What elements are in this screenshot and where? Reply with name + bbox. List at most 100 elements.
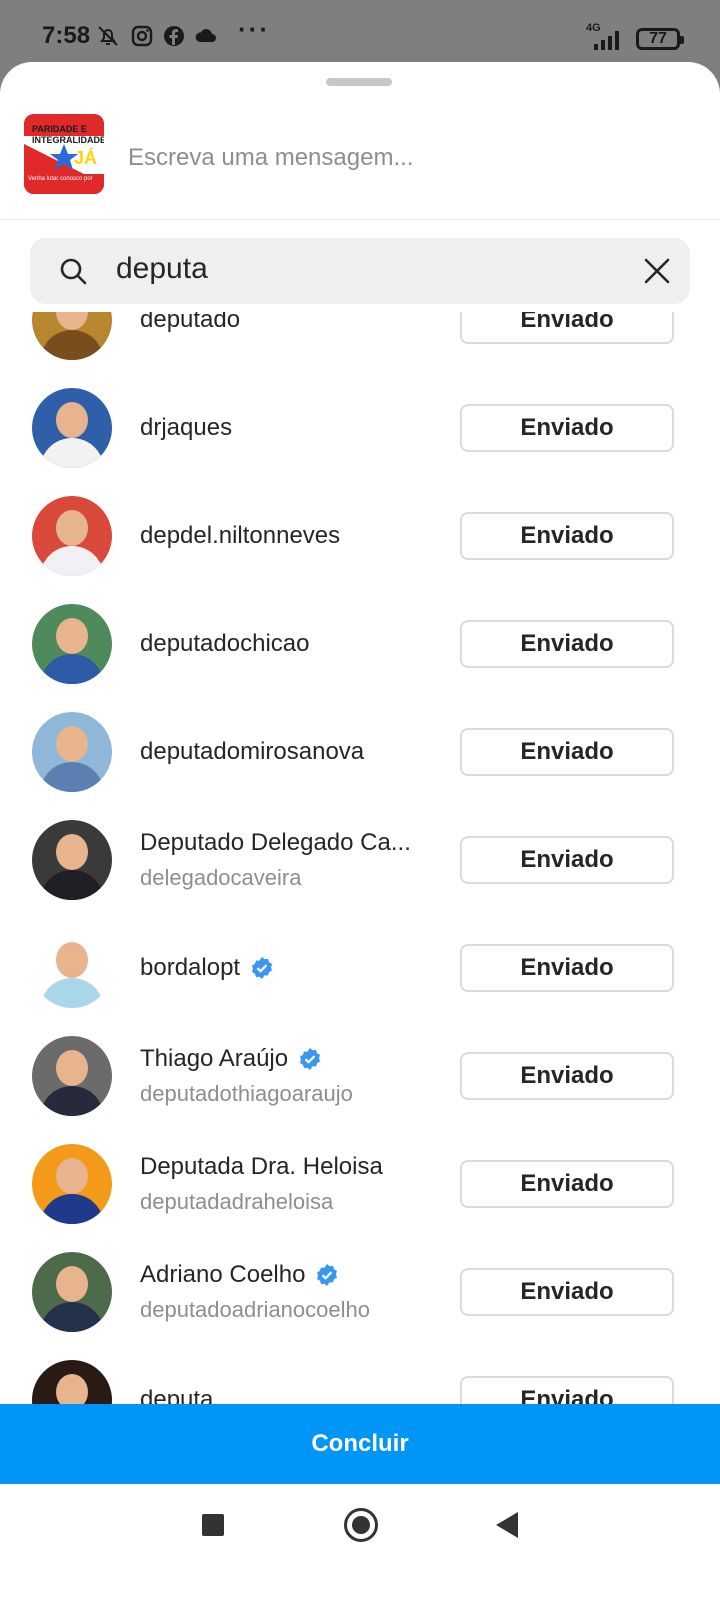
result-name-text: deputadomirosanova: [140, 738, 365, 765]
result-names: deputadochicao: [140, 590, 440, 698]
muted-bell-icon: [98, 26, 118, 46]
share-sheet: PARIDADE E INTEGRALIDADE JÁ Venha lutar …: [0, 62, 720, 1600]
result-row[interactable]: deputado Enviado: [0, 312, 720, 374]
verified-badge-icon: [317, 1264, 338, 1286]
system-nav-bar: [0, 1484, 720, 1600]
result-name-text: Deputado Delegado Ca...: [140, 829, 411, 856]
result-names: depdel.niltonneves: [140, 482, 440, 590]
avatar[interactable]: [32, 312, 112, 360]
avatar[interactable]: [32, 496, 112, 576]
result-name: drjaques: [140, 414, 440, 442]
result-name: deputado: [140, 312, 440, 334]
signal-icon: 4G: [586, 22, 628, 50]
result-names: drjaques: [140, 374, 440, 482]
avatar[interactable]: [32, 388, 112, 468]
done-button[interactable]: Concluir: [0, 1404, 720, 1484]
sheet-grabber[interactable]: [326, 78, 392, 86]
result-names: Deputada Dra. Heloisa deputadadraheloisa: [140, 1130, 440, 1238]
thumbnail-text-big: JÁ: [74, 148, 98, 168]
avatar[interactable]: [32, 604, 112, 684]
result-username: deputadoadrianocoelho: [140, 1297, 370, 1322]
result-username: delegadocaveira: [140, 865, 302, 890]
result-name-text: depdel.niltonneves: [140, 522, 341, 549]
result-names: deputadomirosanova: [140, 698, 440, 806]
result-name-text: Adriano Coelho: [140, 1261, 306, 1288]
result-name: Thiago Araújo: [140, 1045, 440, 1073]
back-icon[interactable]: [496, 1512, 518, 1538]
sent-button[interactable]: Enviado: [460, 1052, 674, 1100]
result-row[interactable]: Deputada Dra. Heloisa deputadadraheloisa E…: [0, 1130, 720, 1238]
result-names: Thiago Araújo deputadothiagoaraujo: [140, 1022, 440, 1130]
verified-badge-icon: [300, 1048, 321, 1070]
result-row[interactable]: Adriano Coelho deputadoadrianocoelho Envia…: [0, 1238, 720, 1346]
instagram-icon: [131, 25, 153, 47]
results-list: deputado Enviado drjaques Enviado depdel.nil…: [0, 312, 720, 1404]
result-row[interactable]: deputadomirosanova Enviado: [0, 698, 720, 806]
sent-button[interactable]: Enviado: [460, 1160, 674, 1208]
result-name: Deputada Dra. Heloisa: [140, 1153, 440, 1181]
battery-icon: 77: [636, 28, 684, 50]
sent-button[interactable]: Enviado: [460, 512, 674, 560]
search-bar[interactable]: deputa: [30, 238, 690, 304]
sent-button[interactable]: Enviado: [460, 944, 674, 992]
result-name-text: deputadochicao: [140, 630, 310, 657]
result-row[interactable]: Thiago Araújo deputadothiagoaraujo Enviado: [0, 1022, 720, 1130]
result-name-text: Deputada Dra. Heloisa: [140, 1153, 383, 1180]
result-username: deputadadraheloisa: [140, 1189, 334, 1214]
result-name: Deputado Delegado Ca...: [140, 829, 440, 857]
sent-button[interactable]: Enviado: [460, 620, 674, 668]
result-name-text: deputado: [140, 312, 241, 333]
verified-badge-icon: [252, 957, 273, 979]
sent-button[interactable]: Enviado: [460, 404, 674, 452]
result-name: deputadochicao: [140, 630, 440, 658]
sent-button[interactable]: Enviado: [460, 728, 674, 776]
result-username: deputadothiagoaraujo: [140, 1081, 353, 1106]
thumbnail-text-top: PARIDADE E INTEGRALIDADE: [32, 124, 104, 145]
cloud-icon: [195, 29, 216, 42]
more-notifications-icon: ···: [238, 14, 270, 44]
home-icon[interactable]: [344, 1508, 378, 1542]
result-name-text: Thiago Araújo: [140, 1045, 289, 1072]
avatar[interactable]: [32, 1144, 112, 1224]
facebook-icon: [164, 26, 184, 46]
result-name-text: bordalopt: [140, 954, 241, 981]
result-row[interactable]: depdel.niltonneves Enviado: [0, 482, 720, 590]
message-input[interactable]: [128, 140, 688, 176]
result-names: deputa: [140, 1346, 440, 1404]
shared-post-thumbnail: PARIDADE E INTEGRALIDADE JÁ Venha lutar …: [24, 114, 104, 194]
avatar[interactable]: [32, 712, 112, 792]
thumbnail-text-small: Venha lutar conosco por: [28, 176, 93, 182]
recents-icon[interactable]: [202, 1514, 224, 1536]
sent-button[interactable]: Enviado: [460, 312, 674, 344]
result-names: Adriano Coelho deputadoadrianocoelho: [140, 1238, 440, 1346]
result-row[interactable]: Deputado Delegado Ca... delegadocaveira En…: [0, 806, 720, 914]
result-names: bordalopt: [140, 914, 440, 1022]
search-input[interactable]: deputa: [116, 252, 208, 286]
result-row[interactable]: bordalopt Enviado: [0, 914, 720, 1022]
result-name-text: drjaques: [140, 414, 233, 441]
clear-search-icon[interactable]: [642, 256, 672, 286]
avatar[interactable]: [32, 928, 112, 1008]
avatar[interactable]: [32, 820, 112, 900]
result-row[interactable]: drjaques Enviado: [0, 374, 720, 482]
status-bar: 7:58 ··· 4G 77: [0, 0, 720, 62]
status-time: 7:58: [42, 22, 91, 49]
sent-button[interactable]: Enviado: [460, 836, 674, 884]
search-icon: [60, 258, 87, 285]
result-name: deputadomirosanova: [140, 738, 440, 766]
result-names: Deputado Delegado Ca... delegadocaveira: [140, 806, 440, 914]
result-name: bordalopt: [140, 954, 440, 982]
sent-button[interactable]: Enviado: [460, 1376, 674, 1404]
result-row[interactable]: deputadochicao Enviado: [0, 590, 720, 698]
avatar[interactable]: [32, 1252, 112, 1332]
compose-area: PARIDADE E INTEGRALIDADE JÁ Venha lutar …: [0, 102, 720, 220]
battery-level: 77: [649, 30, 667, 47]
result-name: depdel.niltonneves: [140, 522, 440, 550]
result-name: deputa: [140, 1386, 440, 1404]
sent-button[interactable]: Enviado: [460, 1268, 674, 1316]
result-name: Adriano Coelho: [140, 1261, 440, 1289]
avatar[interactable]: [32, 1036, 112, 1116]
avatar[interactable]: [32, 1360, 112, 1404]
result-row[interactable]: deputa Enviado: [0, 1346, 720, 1404]
result-names: deputado: [140, 312, 440, 374]
